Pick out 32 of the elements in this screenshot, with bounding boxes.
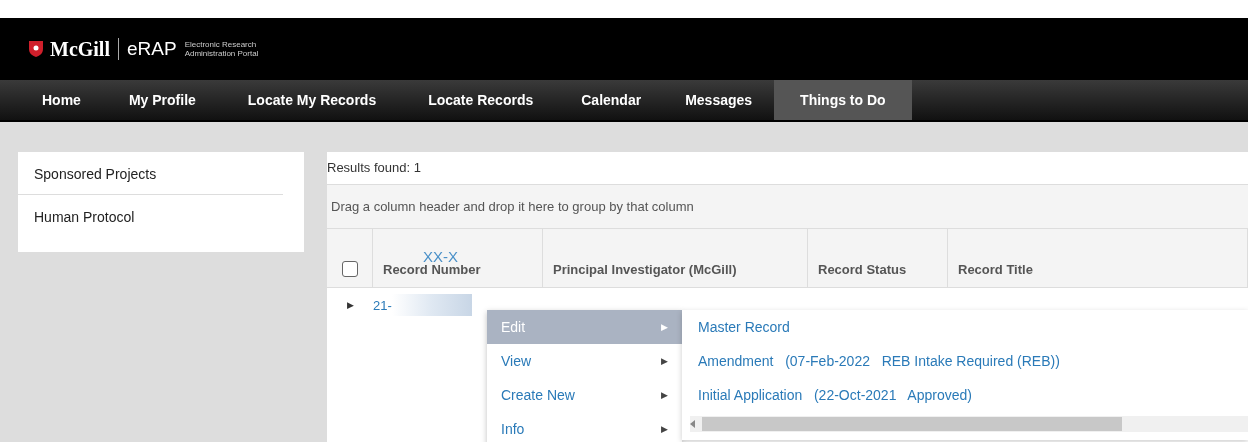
column-header[interactable]: Record Status xyxy=(808,229,948,287)
menu-item[interactable]: Create New ▶ xyxy=(487,378,682,412)
horizontal-scrollbar[interactable] xyxy=(690,416,1248,432)
expand-arrow[interactable]: ▶ xyxy=(327,300,373,310)
overlay-text: XX-X xyxy=(423,248,458,265)
scroll-left-icon[interactable] xyxy=(690,420,696,428)
nav-tab[interactable]: Locate My Records xyxy=(221,80,403,120)
sidebar-item[interactable]: Human Protocol xyxy=(18,195,283,237)
menu-item[interactable]: Info ▶ xyxy=(487,412,682,442)
logo-text: McGill xyxy=(50,37,110,61)
product-name: eRAP xyxy=(127,38,177,60)
results-count: Results found: 1 xyxy=(327,159,422,177)
submenu-item[interactable]: Initial Application (22-Oct-2021 Approved) xyxy=(682,378,1248,412)
nav-tab[interactable]: Locate Records xyxy=(402,80,560,120)
record-number-link[interactable]: 21- xyxy=(373,297,392,313)
nav-tab[interactable]: Messages xyxy=(663,80,775,120)
scroll-thumb[interactable] xyxy=(702,417,1122,431)
nav-tab[interactable]: Home xyxy=(20,80,103,120)
shield-icon xyxy=(28,40,44,58)
group-hint: Drag a column header and drop it here to group by that column xyxy=(327,184,1248,228)
sidebar-item[interactable]: Sponsored Projects xyxy=(18,152,283,195)
submenu-item[interactable]: Master Record xyxy=(682,310,1248,344)
column-header[interactable]: Record Number XX-X xyxy=(373,229,543,287)
submenu-item[interactable]: Amendment (07-Feb-2022 REB Intake Required (REB)) xyxy=(682,344,1248,378)
column-header[interactable]: Record Title xyxy=(948,229,1248,287)
nav-tab[interactable]: Calendar xyxy=(559,80,664,120)
menu-item[interactable]: View ▶ xyxy=(487,344,682,378)
nav-tab[interactable]: Things to Do xyxy=(774,80,912,120)
select-all-checkbox[interactable] xyxy=(341,261,358,277)
tagline: Electronic Research Administration Portal xyxy=(184,40,259,58)
column-header[interactable]: Principal Investigator (McGill) xyxy=(543,229,808,287)
nav-tab[interactable]: My Profile xyxy=(102,80,222,120)
